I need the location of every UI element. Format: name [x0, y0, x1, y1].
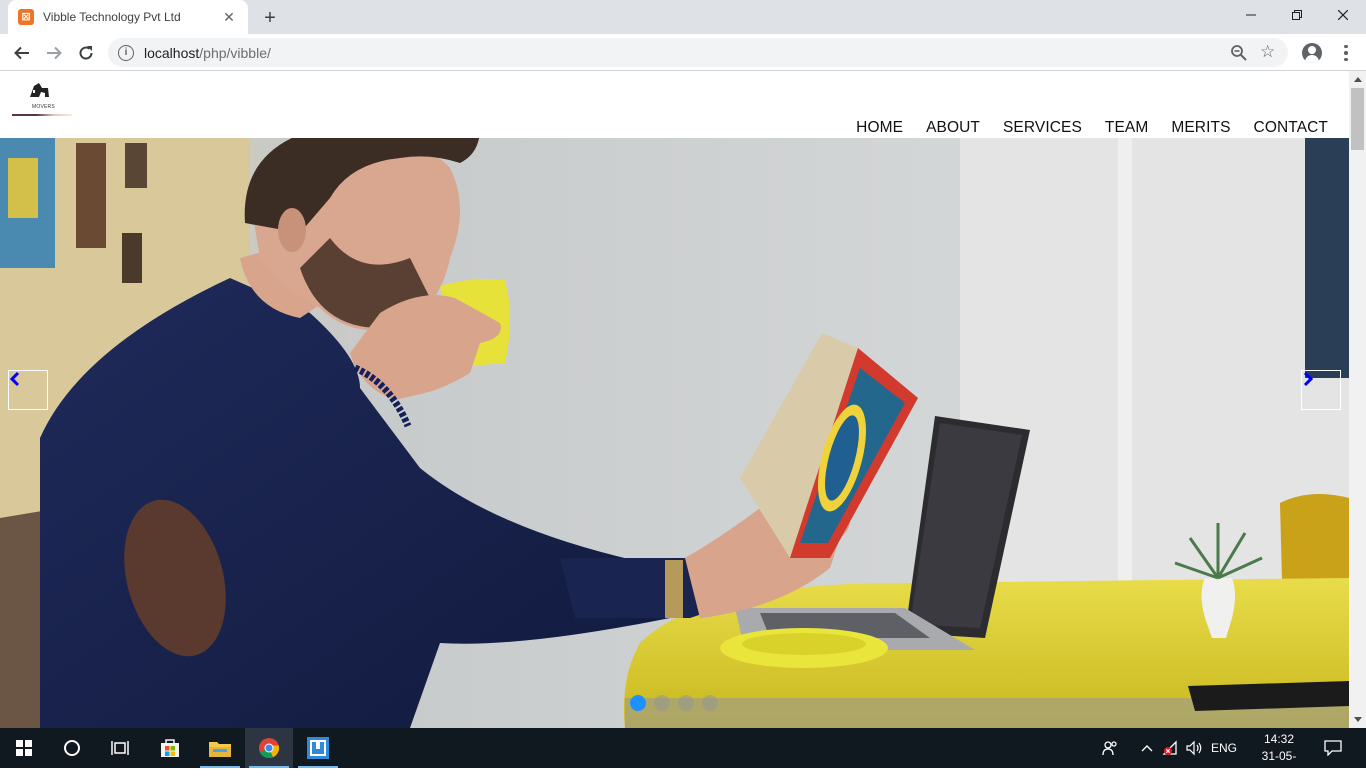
action-center-icon[interactable] — [1318, 738, 1348, 758]
nav-services[interactable]: SERVICES — [1003, 119, 1082, 137]
carousel-prev-button[interactable] — [8, 370, 48, 410]
carousel-indicator[interactable] — [654, 695, 670, 711]
task-view-button[interactable] — [96, 728, 144, 768]
xampp-icon: ⊠ — [18, 9, 34, 25]
close-window-button[interactable] — [1320, 0, 1366, 30]
cortana-button[interactable] — [48, 728, 96, 768]
chrome-icon — [259, 738, 280, 759]
network-disconnected-icon[interactable] — [1160, 738, 1182, 758]
windows-start-icon — [16, 740, 32, 756]
chevron-left-icon — [9, 371, 20, 387]
back-button[interactable] — [8, 39, 36, 67]
url-host: localhost — [144, 44, 200, 61]
nav-home[interactable]: HOME — [856, 119, 903, 137]
zoom-icon[interactable] — [1230, 44, 1248, 62]
reload-icon — [79, 46, 93, 60]
address-bar[interactable]: i localhost/php/vibble/ ☆ — [108, 38, 1288, 67]
nav-contact[interactable]: CONTACT — [1254, 119, 1328, 137]
hero-slide-image — [0, 138, 1349, 728]
arrow-right-icon — [47, 46, 62, 60]
nav-team[interactable]: TEAM — [1105, 119, 1148, 137]
file-explorer-icon — [209, 742, 231, 757]
reload-button[interactable] — [72, 39, 100, 67]
logo-text: MOVERS — [32, 104, 55, 110]
carousel-indicator[interactable] — [678, 695, 694, 711]
cortana-icon — [64, 740, 80, 756]
hero-carousel — [0, 138, 1349, 728]
store-icon — [161, 739, 179, 757]
show-hidden-icons-chevron-icon[interactable] — [1138, 738, 1156, 758]
pinned-app-button[interactable] — [294, 728, 342, 768]
task-view-icon — [111, 741, 129, 755]
volume-icon[interactable] — [1184, 738, 1206, 758]
store-app-button[interactable] — [146, 728, 194, 768]
taskbar-clock[interactable]: 14:32 31-05-2019 — [1254, 731, 1304, 782]
restore-button[interactable] — [1274, 0, 1320, 30]
carousel-indicator[interactable] — [702, 695, 718, 711]
tab-strip: ⊠ Vibble Technology Pvt Ltd ✕ + — [0, 0, 1366, 34]
forward-button[interactable] — [40, 39, 68, 67]
site-header: MOVERS HOME ABOUT SERVICES TEAM MERITS C… — [0, 71, 1349, 138]
scroll-up-arrow-icon[interactable] — [1349, 71, 1366, 88]
movers-logo-icon — [30, 83, 49, 97]
new-tab-button[interactable]: + — [258, 6, 282, 30]
nav-about[interactable]: ABOUT — [926, 119, 980, 137]
logo-underline — [12, 114, 72, 116]
language-indicator[interactable]: ENG — [1208, 738, 1240, 758]
arrow-left-icon — [14, 46, 29, 60]
app-icon — [307, 737, 329, 759]
carousel-indicators — [630, 695, 718, 711]
tab-close-button[interactable]: ✕ — [220, 8, 238, 26]
people-icon[interactable] — [1100, 738, 1120, 758]
start-button[interactable] — [0, 728, 48, 768]
chrome-button[interactable] — [245, 728, 293, 768]
carousel-indicator[interactable] — [630, 695, 646, 711]
minimize-icon — [1246, 14, 1256, 16]
scroll-down-arrow-icon[interactable] — [1349, 711, 1366, 728]
bookmark-star-icon[interactable]: ☆ — [1260, 43, 1278, 61]
info-icon[interactable]: i — [118, 44, 134, 61]
site-logo[interactable]: MOVERS — [12, 77, 72, 117]
page-scrollbar[interactable] — [1349, 71, 1366, 728]
browser-toolbar: i localhost/php/vibble/ ☆ — [0, 34, 1366, 71]
clock-date: 31-05-2019 — [1261, 749, 1297, 780]
browser-menu-icon[interactable] — [1336, 42, 1356, 64]
minimize-button[interactable] — [1228, 0, 1274, 30]
file-explorer-button[interactable] — [196, 728, 244, 768]
carousel-next-button[interactable] — [1301, 370, 1341, 410]
restore-icon — [1292, 10, 1302, 20]
clock-time: 14:32 — [1263, 732, 1295, 746]
browser-tab[interactable]: ⊠ Vibble Technology Pvt Ltd ✕ — [8, 0, 248, 34]
chevron-right-icon — [1303, 371, 1314, 387]
page-viewport: MOVERS HOME ABOUT SERVICES TEAM MERITS C… — [0, 71, 1366, 728]
nav-merits[interactable]: MERITS — [1171, 119, 1230, 137]
profile-avatar-icon[interactable] — [1302, 43, 1322, 63]
scroll-thumb[interactable] — [1351, 88, 1364, 150]
close-icon — [1338, 10, 1348, 20]
language-label: ENG — [1210, 741, 1237, 755]
tab-title: Vibble Technology Pvt Ltd — [43, 10, 181, 24]
main-nav: HOME ABOUT SERVICES TEAM MERITS CONTACT — [856, 119, 1349, 137]
windows-taskbar: ENG 14:32 31-05-2019 — [0, 728, 1366, 780]
url-path: /php/vibble/ — [199, 44, 271, 61]
